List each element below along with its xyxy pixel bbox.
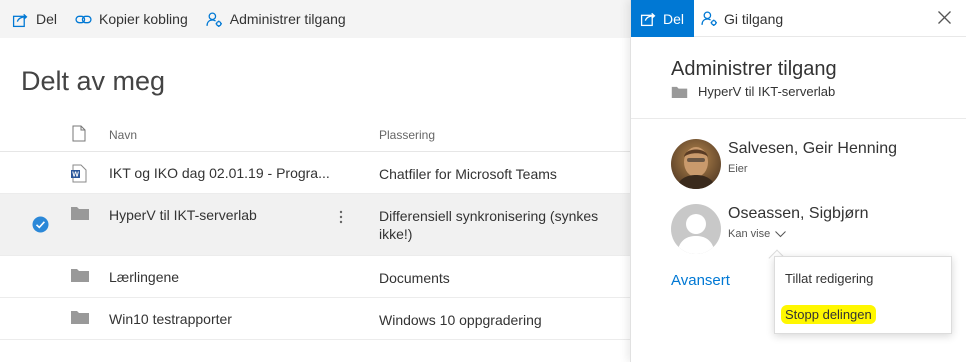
column-header-name[interactable]: Navn (109, 128, 137, 142)
share-icon (640, 12, 656, 27)
panel-title: Administrer tilgang (671, 58, 837, 80)
table-row[interactable]: Lærlingene Documents (0, 256, 630, 298)
tab-grant-label: Gi tilgang (724, 10, 784, 27)
copy-link-button[interactable]: Kopier kobling (75, 11, 188, 28)
command-bar: Del Kopier kobling Administrer tilgang (0, 0, 630, 38)
menu-item-stop-sharing[interactable]: Stopp delingen (781, 305, 876, 324)
row-location: Differensiell synkronisering (synkes ikk… (379, 208, 599, 242)
person-entry: Oseassen, Sigbjørn Kan vise (671, 204, 869, 254)
panel-item-name: HyperV til IKT-serverlab (698, 84, 836, 99)
checkmark-circle-icon[interactable] (32, 216, 49, 233)
tab-share-label: Del (663, 10, 685, 27)
row-location: Chatfiler for Microsoft Teams (379, 166, 557, 182)
file-type-icon (72, 125, 86, 142)
row-name[interactable]: Win10 testrapporter (109, 311, 232, 327)
advanced-link[interactable]: Avansert (671, 272, 730, 289)
share-label: Del (36, 11, 58, 27)
person-name: Salvesen, Geir Henning (728, 140, 897, 157)
people-settings-icon (206, 11, 222, 27)
folder-icon (71, 269, 89, 282)
person-name: Oseassen, Sigbjørn (728, 205, 869, 222)
page-title: Delt av meg (21, 66, 166, 96)
list-header: Navn Plassering (0, 116, 630, 152)
folder-icon (71, 207, 89, 220)
avatar-placeholder-icon (671, 204, 721, 254)
copy-link-label: Kopier kobling (99, 11, 188, 27)
link-icon (75, 15, 92, 23)
chevron-down-icon (775, 230, 787, 237)
folder-icon (671, 86, 688, 98)
share-icon (12, 13, 28, 27)
person-entry: Salvesen, Geir Henning Eier (671, 139, 897, 189)
tab-grant-access[interactable]: Gi tilgang (701, 0, 783, 37)
role-label: Kan vise (728, 228, 771, 240)
menu-item-allow-edit[interactable]: Tillat redigering (785, 271, 873, 286)
tab-share[interactable]: Del (631, 0, 694, 37)
panel-header: Del Gi tilgang (631, 0, 966, 37)
manage-access-button[interactable]: Administrer tilgang (206, 11, 346, 28)
person-role: Eier (728, 163, 897, 175)
row-name[interactable]: Lærlingene (109, 269, 179, 285)
divider (631, 118, 966, 119)
table-row[interactable]: HyperV til IKT-serverlab Differensiell s… (0, 194, 630, 256)
table-row[interactable]: Win10 testrapporter Windows 10 oppgrader… (0, 298, 630, 340)
svg-text:W: W (72, 172, 79, 179)
more-options-icon[interactable] (338, 209, 344, 225)
row-name[interactable]: IKT og IKO dag 02.01.19 - Progra... (109, 165, 330, 181)
row-name[interactable]: HyperV til IKT-serverlab (109, 207, 257, 223)
file-list: Navn Plassering W IKT og IKO dag 02.01.1… (0, 116, 630, 340)
people-settings-icon (701, 11, 717, 26)
close-icon[interactable] (937, 10, 952, 25)
permission-dropdown[interactable]: Kan vise (728, 228, 869, 240)
avatar (671, 139, 721, 189)
panel-item: HyperV til IKT-serverlab (671, 84, 835, 99)
permission-menu: Tillat redigering Stopp delingen (774, 256, 952, 334)
table-row[interactable]: W IKT og IKO dag 02.01.19 - Progra... Ch… (0, 152, 630, 194)
role-label: Eier (728, 163, 748, 175)
share-button[interactable]: Del (12, 11, 57, 28)
column-header-location[interactable]: Plassering (379, 128, 435, 142)
row-location: Documents (379, 270, 450, 286)
row-location: Windows 10 oppgradering (379, 312, 542, 328)
folder-icon (71, 311, 89, 324)
manage-access-label: Administrer tilgang (229, 11, 346, 27)
word-doc-icon: W (71, 164, 87, 183)
